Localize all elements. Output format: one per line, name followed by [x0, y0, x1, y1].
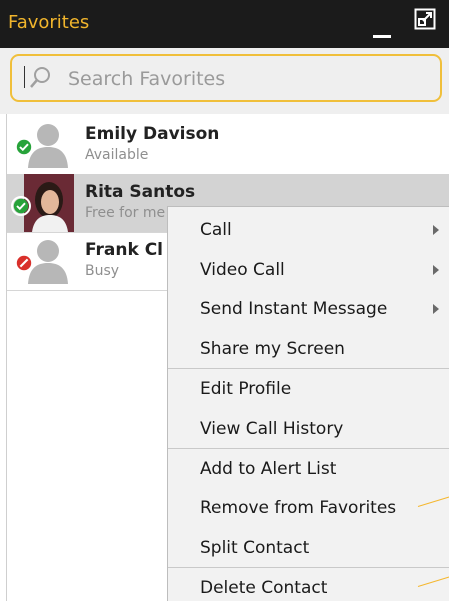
available-status-icon [11, 196, 31, 216]
menu-separator [168, 368, 449, 369]
popout-icon[interactable] [414, 8, 436, 30]
text-cursor [24, 66, 25, 88]
submenu-arrow-icon [433, 225, 439, 235]
available-status-icon [14, 137, 34, 157]
contact-name: Emily Davison [85, 124, 220, 144]
contact-status: Free for me [85, 205, 166, 221]
search-icon [30, 67, 50, 88]
busy-status-icon [14, 253, 34, 273]
menu-item-send-instant-message[interactable]: Send Instant Message [200, 299, 387, 319]
menu-item-edit-profile[interactable]: Edit Profile [200, 379, 291, 399]
menu-item-view-call-history[interactable]: View Call History [200, 419, 343, 439]
context-menu: Call Video Call Send Instant Message Sha… [167, 206, 449, 601]
contact-name: Rita Santos [85, 182, 196, 202]
minimize-button[interactable] [373, 35, 391, 38]
menu-item-remove-from-favorites[interactable]: Remove from Favorites [200, 498, 396, 518]
contact-row-emily[interactable]: Emily Davison Available [7, 116, 449, 174]
contact-photo [24, 174, 74, 232]
menu-separator [168, 448, 449, 449]
contact-status: Busy [85, 263, 120, 279]
title-bar: Favorites [0, 0, 449, 48]
submenu-arrow-icon [433, 304, 439, 314]
menu-item-video-call[interactable]: Video Call [200, 260, 285, 280]
menu-item-share-my-screen[interactable]: Share my Screen [200, 339, 345, 359]
panel-title: Favorites [8, 12, 90, 33]
contact-name: Frank Cl [85, 240, 164, 260]
submenu-arrow-icon [433, 265, 439, 275]
menu-item-delete-contact[interactable]: Delete Contact [200, 578, 327, 598]
menu-item-add-to-alert-list[interactable]: Add to Alert List [200, 459, 336, 479]
menu-separator [168, 567, 449, 568]
contact-status: Available [85, 147, 149, 163]
menu-item-call[interactable]: Call [200, 220, 232, 240]
menu-item-split-contact[interactable]: Split Contact [200, 538, 309, 558]
search-input[interactable] [66, 64, 370, 94]
